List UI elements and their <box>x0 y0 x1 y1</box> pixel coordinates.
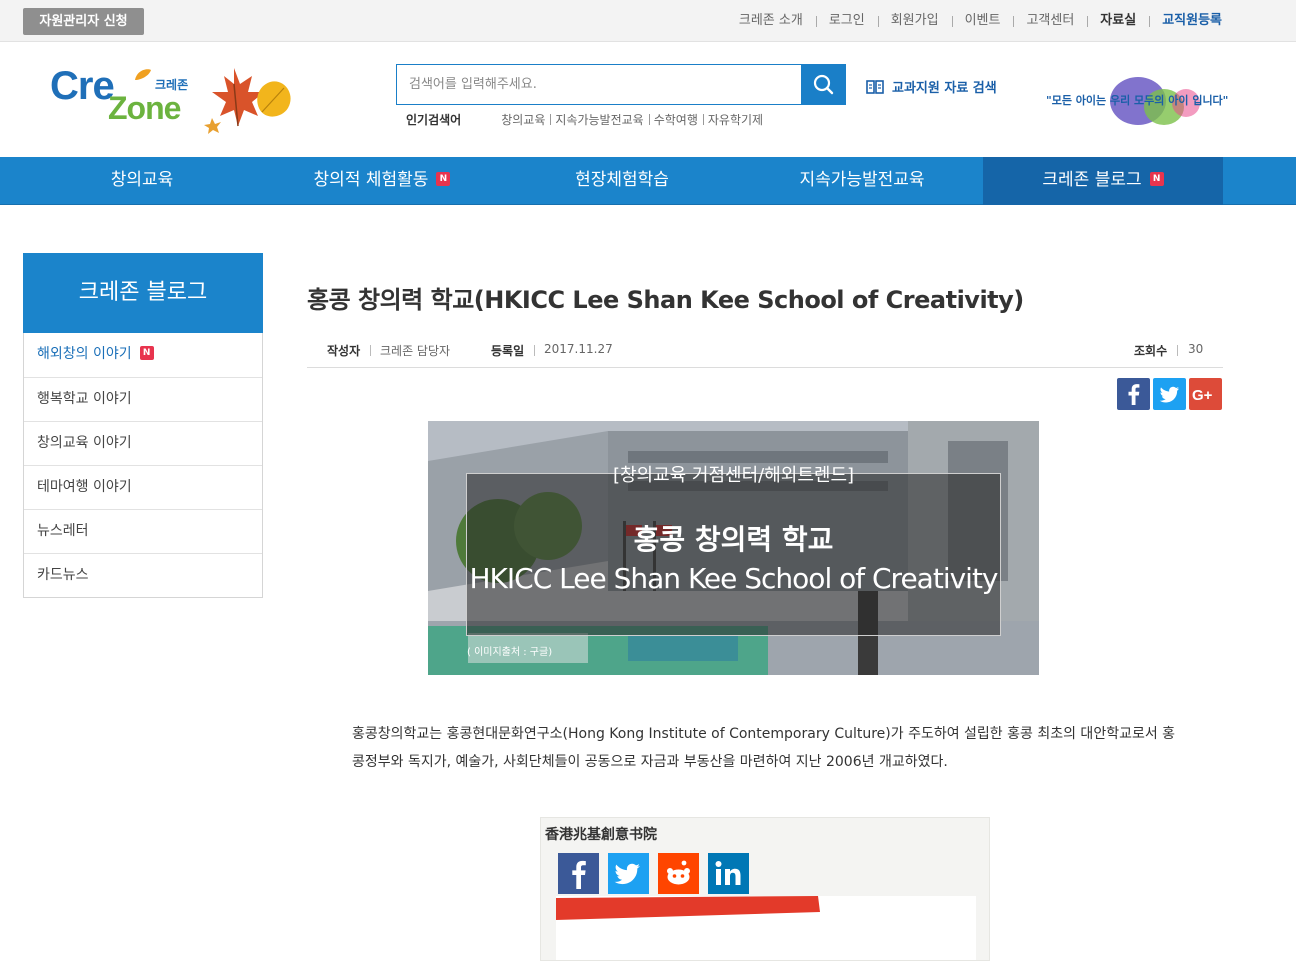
search-input[interactable] <box>396 64 802 105</box>
resource-search-label: 교과지원 자료 검색 <box>892 81 997 96</box>
link-archive[interactable]: 자료실 <box>1087 12 1149 30</box>
link-login[interactable]: 로그인 <box>815 12 878 30</box>
admin-apply-button[interactable]: 자원관리자 신청 <box>23 8 144 35</box>
hero-title-english: HKICC Lee Shan Kee School of Creativity <box>469 562 998 595</box>
new-badge: N <box>436 172 451 186</box>
popular-keyword[interactable]: 창의교육 <box>496 111 550 128</box>
hero-image-source: ( 이미지출처 : 구글) <box>467 647 553 658</box>
search-button[interactable] <box>801 64 846 105</box>
logo-leaf-icon <box>135 69 151 80</box>
link-staff-register[interactable]: 교직원등록 <box>1149 12 1222 30</box>
share-googleplus-button[interactable]: G+ <box>1189 378 1222 410</box>
meta-divider <box>534 345 535 356</box>
top-utility-bar: 자원관리자 신청 크레존 소개 로그인 회원가입 이벤트 고객센터 자료실 교직… <box>0 0 1296 42</box>
views-value: 30 <box>1188 342 1204 356</box>
logo-cre-text: Cre <box>50 64 115 108</box>
share-twitter-button[interactable] <box>1153 378 1186 410</box>
nav-creative-education[interactable]: 창의교육 <box>22 157 262 205</box>
popular-keyword[interactable]: 수학여행 <box>648 111 703 128</box>
sidebar-menu: 해외창의 이야기 N 행복학교 이야기 창의교육 이야기 테마여행 이야기 뉴스레… <box>23 333 263 598</box>
embedded-school-page-image: 香港兆基創意书院 <box>540 817 990 961</box>
embed-linkedin-icon <box>708 853 749 894</box>
link-signup[interactable]: 회원가입 <box>877 12 952 30</box>
sidebar-item-card-news[interactable]: 카드뉴스 <box>24 553 262 597</box>
sidebar-item-label: 카드뉴스 <box>37 567 89 583</box>
nav-label: 현장체험학습 <box>575 170 669 190</box>
sidebar-title: 크레존 블로그 <box>23 253 263 333</box>
google-plus-icon: G+ <box>1192 387 1213 404</box>
sidebar-item-label: 테마여행 이야기 <box>37 479 132 495</box>
embed-twitter-icon <box>608 853 649 894</box>
popular-label: 인기검색어 <box>406 113 462 127</box>
nav-label: 지속가능발전교육 <box>799 170 925 190</box>
article-title: 홍콩 창의력 학교(HKICC Lee Shan Kee School of C… <box>307 286 1024 314</box>
embed-facebook-icon <box>558 853 599 894</box>
sidebar-item-happy-school[interactable]: 행복학교 이야기 <box>24 377 262 421</box>
embed-reddit-icon <box>658 853 699 894</box>
article-body: 홍콩창의학교는 홍콩현대문화연구소(Hong Kong Institute of… <box>352 726 1176 770</box>
hero-subtitle: [창의교육 거점센터/해외트렌드] <box>466 461 1001 487</box>
nav-sustainable-education[interactable]: 지속가능발전교육 <box>742 157 982 205</box>
views-label: 조회수 <box>1134 344 1168 358</box>
share-facebook-button[interactable] <box>1117 378 1150 410</box>
sidebar-item-label: 해외창의 이야기 <box>37 346 132 362</box>
utility-links: 크레존 소개 로그인 회원가입 이벤트 고객센터 자료실 교직원등록 <box>726 12 1222 30</box>
sidebar-item-label: 뉴스레터 <box>37 523 89 539</box>
maple-leaves-icon <box>204 68 291 134</box>
twitter-icon <box>1159 386 1179 403</box>
date-value: 2017.11.27 <box>544 342 613 356</box>
nav-label: 크레존 블로그 <box>1042 170 1142 190</box>
main-navigation: 창의교육 창의적 체험활동 N 현장체험학습 지속가능발전교육 크레존 블로그 N <box>0 157 1296 205</box>
book-icon <box>866 79 884 94</box>
slogan-banner: "모든 아이는 우리 모두의 아이 입니다" <box>1046 75 1229 127</box>
nav-label: 창의적 체험활동 <box>313 170 429 190</box>
date-label: 등록일 <box>491 344 525 358</box>
sidebar-item-creative-education[interactable]: 창의교육 이야기 <box>24 421 262 465</box>
embed-content-card <box>556 896 976 960</box>
sidebar-item-overseas-stories[interactable]: 해외창의 이야기 N <box>24 333 262 377</box>
sidebar-item-label: 행복학교 이야기 <box>37 391 132 407</box>
search-icon <box>813 74 834 95</box>
popular-keywords: 인기검색어 창의교육 지속가능발전교육 수학여행 자유학기제 <box>406 111 768 128</box>
embed-red-banner <box>556 896 820 920</box>
sidebar-item-label: 창의교육 이야기 <box>37 435 132 451</box>
hero-subtitle-text: [창의교육 거점센터/해외트렌드] <box>612 465 855 486</box>
hero-title-korean: 홍콩 창의력 학교 <box>633 523 834 556</box>
link-about[interactable]: 크레존 소개 <box>726 12 816 30</box>
new-badge: N <box>1149 172 1164 186</box>
new-badge: N <box>139 346 154 360</box>
link-customer-center[interactable]: 고객센터 <box>1013 12 1087 30</box>
crezone-logo[interactable]: Cre Zone 크레존 <box>50 64 190 126</box>
article-meta: 작성자 크레존 담당자 등록일 2017.11.27 조회수 30 <box>307 333 1223 368</box>
svg-text:G+: G+ <box>1192 387 1213 404</box>
logo-zone-text: Zone <box>108 90 181 126</box>
facebook-icon <box>1128 384 1140 405</box>
nav-label: 창의교육 <box>110 170 174 190</box>
popular-keyword[interactable]: 지속가능발전교육 <box>550 111 648 128</box>
slogan-text: "모든 아이는 우리 모두의 아이 입니다" <box>1046 94 1229 107</box>
search-bar <box>396 64 846 106</box>
meta-divider <box>1177 345 1178 356</box>
logo-korean-text: 크레존 <box>155 78 189 92</box>
author-value: 크레존 담당자 <box>380 344 451 358</box>
resource-search-link[interactable]: 교과지원 자료 검색 <box>866 77 997 96</box>
meta-divider <box>370 345 371 356</box>
nav-crezone-blog[interactable]: 크레존 블로그 N <box>983 157 1223 205</box>
author-label: 작성자 <box>327 344 361 358</box>
embed-title: 香港兆基創意书院 <box>545 827 657 843</box>
link-event[interactable]: 이벤트 <box>951 12 1014 30</box>
nav-creative-activities[interactable]: 창의적 체험활동 N <box>262 157 502 205</box>
popular-keyword[interactable]: 자유학기제 <box>702 111 768 128</box>
sidebar-item-theme-travel[interactable]: 테마여행 이야기 <box>24 465 262 509</box>
sidebar-item-newsletter[interactable]: 뉴스레터 <box>24 509 262 553</box>
nav-field-trips[interactable]: 현장체험학습 <box>502 157 742 205</box>
